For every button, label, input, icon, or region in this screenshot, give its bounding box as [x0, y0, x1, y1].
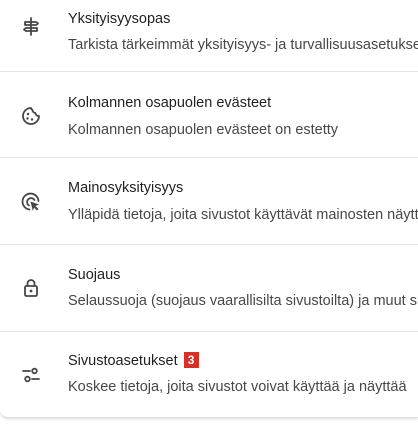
site-settings-icon [19, 363, 43, 387]
site-settings-title: Sivustoasetukset 3 [68, 352, 199, 370]
security-row[interactable]: Suojaus Selaussuoja (suojaus vaarallisil… [0, 245, 418, 331]
security-title: Suojaus [68, 267, 121, 283]
ad-privacy-subtitle: Ylläpidä tietoja, joita sivustot käyttäv… [68, 207, 418, 223]
site-settings-row[interactable]: Sivustoasetukset 3 Koskee tietoja, joita … [0, 332, 418, 418]
site-settings-label: Sivustoasetukset [68, 353, 178, 369]
privacy-guide-subtitle: Tarkista tärkeimmät yksityisyys- ja turv… [68, 37, 418, 53]
site-settings-subtitle: Koskee tietoja, joita sivustot voivat kä… [68, 379, 407, 395]
third-party-cookies-title: Kolmannen osapuolen evästeet [68, 95, 272, 111]
cookie-icon [19, 104, 43, 128]
privacy-guide-title: Yksityisyysopas [68, 11, 171, 27]
third-party-cookies-row[interactable]: Kolmannen osapuolen evästeet Kolmannen o… [0, 72, 418, 158]
ad-privacy-title: Mainosyksityisyys [68, 180, 184, 196]
third-party-cookies-subtitle: Kolmannen osapuolen evästeet on estetty [68, 122, 339, 138]
lock-icon [19, 276, 43, 300]
tune-sliders-icon [19, 14, 43, 38]
ad-privacy-row[interactable]: Mainosyksityisyys Ylläpidä tietoja, joit… [0, 158, 418, 244]
security-subtitle: Selaussuoja (suojaus vaarallisilta sivus… [68, 293, 418, 309]
ad-privacy-icon [19, 190, 43, 214]
annotation-badge: 3 [183, 352, 199, 368]
